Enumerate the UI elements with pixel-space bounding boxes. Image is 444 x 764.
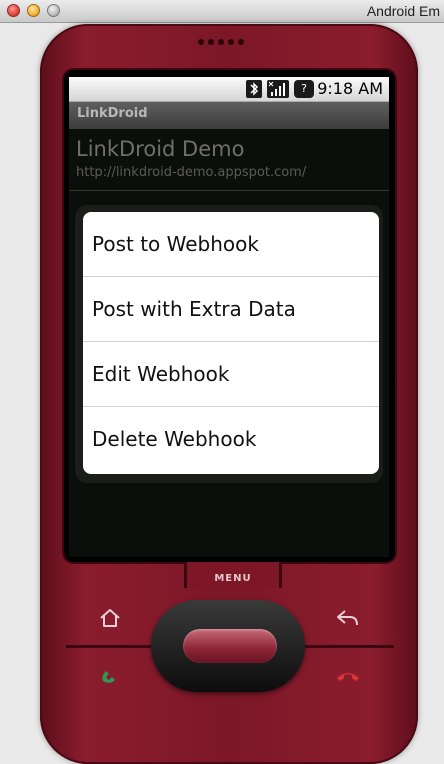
- window-titlebar: Android Em: [0, 0, 444, 23]
- list-item-title[interactable]: LinkDroid Demo: [76, 137, 244, 161]
- menu-item-post-with-extra-data[interactable]: Post with Extra Data: [83, 277, 379, 342]
- bluetooth-icon: [246, 80, 262, 98]
- divider-line: [304, 645, 394, 648]
- home-icon[interactable]: [96, 604, 124, 632]
- help-icon: ?: [294, 80, 314, 98]
- zoom-window-button[interactable]: [47, 4, 60, 17]
- call-icon[interactable]: [96, 662, 124, 690]
- list-divider: [69, 190, 389, 191]
- back-icon[interactable]: [334, 604, 362, 632]
- menu-button[interactable]: MENU: [184, 562, 282, 588]
- end-call-icon[interactable]: [334, 662, 362, 690]
- app-title: LinkDroid: [77, 106, 148, 121]
- menu-item-delete-webhook[interactable]: Delete Webhook: [83, 407, 379, 472]
- close-window-button[interactable]: [7, 4, 20, 17]
- app-titlebar: LinkDroid: [69, 102, 389, 129]
- device-screen: ? 9:18 AM LinkDroid LinkDroid Demo http:…: [69, 77, 389, 557]
- menu-button-label: MENU: [214, 573, 252, 584]
- status-time: 9:18 AM: [317, 79, 383, 98]
- menu-item-edit-webhook[interactable]: Edit Webhook: [83, 342, 379, 407]
- list-item-url: http://linkdroid-demo.appspot.com/: [76, 165, 307, 180]
- context-menu: Post to Webhook Post with Extra Data Edi…: [83, 212, 379, 474]
- divider-line: [66, 645, 156, 648]
- minimize-window-button[interactable]: [27, 4, 40, 17]
- trackball[interactable]: [183, 629, 277, 663]
- status-bar: ? 9:18 AM: [69, 77, 389, 102]
- menu-item-post-to-webhook[interactable]: Post to Webhook: [83, 212, 379, 277]
- speaker-grille: [198, 39, 244, 45]
- signal-icon: [267, 80, 289, 98]
- window-title: Android Em: [366, 3, 440, 19]
